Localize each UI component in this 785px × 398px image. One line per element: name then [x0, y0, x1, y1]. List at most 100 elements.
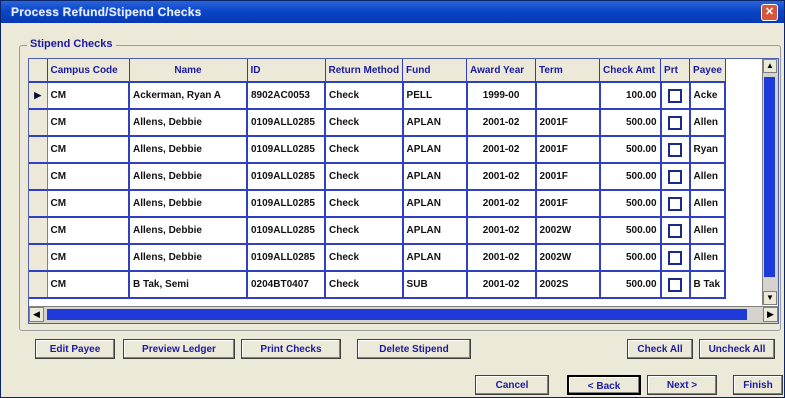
horizontal-scroll-thumb[interactable]	[47, 309, 747, 320]
table-cell[interactable]: 2001-02	[466, 136, 537, 164]
table-cell[interactable]: B Tak	[689, 271, 727, 299]
column-header[interactable]: Fund	[402, 59, 468, 83]
column-header[interactable]: Check Amt	[599, 59, 662, 83]
table-cell[interactable]: 500.00	[599, 217, 662, 245]
table-cell[interactable]: CM	[47, 109, 130, 137]
table-cell[interactable]: SUB	[402, 271, 468, 299]
row-selector[interactable]	[29, 136, 48, 164]
table-row[interactable]: CM Allens, Debbie 0109ALL0285 Check APLAN 200…	[29, 217, 727, 245]
print-checkbox[interactable]	[668, 196, 683, 211]
cancel-button[interactable]: Cancel	[475, 375, 549, 395]
table-cell[interactable]: Allen	[689, 217, 727, 245]
table-row[interactable]: ▶ CM Ackerman, Ryan A 8902AC0053 Check PELL 19…	[29, 82, 727, 110]
table-cell[interactable]: 2001F	[535, 136, 601, 164]
column-header[interactable]: Award Year	[466, 59, 537, 83]
table-cell[interactable]: CM	[47, 271, 130, 299]
table-cell[interactable]: 0109ALL0285	[247, 217, 326, 245]
table-cell[interactable]: CM	[47, 190, 130, 218]
close-icon[interactable]: ✕	[761, 4, 778, 21]
table-cell[interactable]: 2002W	[535, 217, 601, 245]
print-checkbox-cell[interactable]	[660, 190, 691, 218]
table-cell[interactable]	[535, 82, 601, 110]
table-cell[interactable]: 8902AC0053	[247, 82, 326, 110]
print-checkbox-cell[interactable]	[660, 271, 691, 299]
row-selector[interactable]	[29, 109, 48, 137]
preview-ledger-button[interactable]: Preview Ledger	[123, 339, 235, 359]
title-bar[interactable]: Process Refund/Stipend Checks ✕	[1, 1, 784, 23]
table-cell[interactable]: 2001-02	[466, 109, 537, 137]
table-cell[interactable]: APLAN	[402, 109, 468, 137]
row-selector[interactable]	[29, 190, 48, 218]
print-checkbox[interactable]	[668, 115, 683, 130]
table-row[interactable]: CM Allens, Debbie 0109ALL0285 Check APLAN 200…	[29, 136, 727, 164]
table-cell[interactable]: Check	[325, 163, 404, 191]
column-header[interactable]: Return Method	[325, 59, 404, 83]
table-cell[interactable]: 0109ALL0285	[247, 109, 326, 137]
table-cell[interactable]: APLAN	[402, 244, 468, 272]
print-checkbox[interactable]	[668, 277, 683, 292]
finish-button[interactable]: Finish	[733, 375, 783, 395]
table-cell[interactable]: CM	[47, 217, 130, 245]
table-cell[interactable]: 2001-02	[466, 217, 537, 245]
print-checkbox-cell[interactable]	[660, 82, 691, 110]
table-cell[interactable]: B Tak, Semi	[129, 271, 248, 299]
table-cell[interactable]: 0109ALL0285	[247, 244, 326, 272]
table-cell[interactable]: 500.00	[599, 271, 662, 299]
table-cell[interactable]: 2001-02	[466, 163, 537, 191]
table-cell[interactable]: CM	[47, 82, 130, 110]
table-cell[interactable]: 500.00	[599, 244, 662, 272]
table-cell[interactable]: Check	[325, 244, 404, 272]
table-cell[interactable]: 2001F	[535, 109, 601, 137]
table-cell[interactable]: Acke	[689, 82, 727, 110]
table-cell[interactable]: 2002S	[535, 271, 601, 299]
print-checkbox[interactable]	[668, 223, 683, 238]
table-row[interactable]: CM Allens, Debbie 0109ALL0285 Check APLAN 200…	[29, 244, 727, 272]
row-selector[interactable]	[29, 163, 48, 191]
table-cell[interactable]: 0109ALL0285	[247, 190, 326, 218]
table-cell[interactable]: Ackerman, Ryan A	[129, 82, 248, 110]
table-cell[interactable]: 1999-00	[466, 82, 537, 110]
column-header[interactable]: Campus Code	[47, 59, 130, 83]
print-checkbox-cell[interactable]	[660, 163, 691, 191]
table-cell[interactable]: Check	[325, 217, 404, 245]
table-cell[interactable]: 2001-02	[466, 190, 537, 218]
table-cell[interactable]: Allens, Debbie	[129, 136, 248, 164]
table-row[interactable]: CM Allens, Debbie 0109ALL0285 Check APLAN 200…	[29, 109, 727, 137]
print-checkbox[interactable]	[668, 250, 683, 265]
table-cell[interactable]: 2001-02	[466, 271, 537, 299]
table-cell[interactable]: APLAN	[402, 163, 468, 191]
column-header[interactable]: Term	[535, 59, 601, 83]
table-cell[interactable]: Check	[325, 82, 404, 110]
table-cell[interactable]: Allen	[689, 244, 727, 272]
table-cell[interactable]: CM	[47, 244, 130, 272]
scroll-down-icon[interactable]: ▼	[763, 291, 777, 305]
table-cell[interactable]: CM	[47, 163, 130, 191]
row-selector[interactable]	[29, 217, 48, 245]
table-cell[interactable]: 500.00	[599, 136, 662, 164]
table-cell[interactable]: Check	[325, 136, 404, 164]
print-checkbox-cell[interactable]	[660, 136, 691, 164]
print-checkbox[interactable]	[668, 169, 683, 184]
table-cell[interactable]: Ryan	[689, 136, 727, 164]
edit-payee-button[interactable]: Edit Payee	[35, 339, 115, 359]
table-cell[interactable]: 500.00	[599, 163, 662, 191]
print-checkbox-cell[interactable]	[660, 244, 691, 272]
table-cell[interactable]: 100.00	[599, 82, 662, 110]
table-cell[interactable]: Check	[325, 271, 404, 299]
table-cell[interactable]: 2002W	[535, 244, 601, 272]
table-cell[interactable]: APLAN	[402, 136, 468, 164]
table-row[interactable]: CM B Tak, Semi 0204BT0407 Check SUB 2001-02 20…	[29, 271, 727, 299]
table-cell[interactable]: Allens, Debbie	[129, 109, 248, 137]
column-header[interactable]: Prt	[660, 59, 691, 83]
table-row[interactable]: CM Allens, Debbie 0109ALL0285 Check APLAN 200…	[29, 163, 727, 191]
check-all-button[interactable]: Check All	[627, 339, 693, 359]
table-cell[interactable]: CM	[47, 136, 130, 164]
scroll-up-icon[interactable]: ▲	[763, 59, 777, 73]
vertical-scrollbar[interactable]: ▲ ▼	[762, 59, 778, 305]
table-cell[interactable]: 0109ALL0285	[247, 136, 326, 164]
column-header[interactable]: Payee	[689, 59, 726, 83]
table-cell[interactable]: Allen	[689, 190, 727, 218]
scroll-left-icon[interactable]: ◀	[29, 307, 44, 322]
table-cell[interactable]: Check	[325, 190, 404, 218]
row-selector[interactable]	[29, 271, 48, 299]
